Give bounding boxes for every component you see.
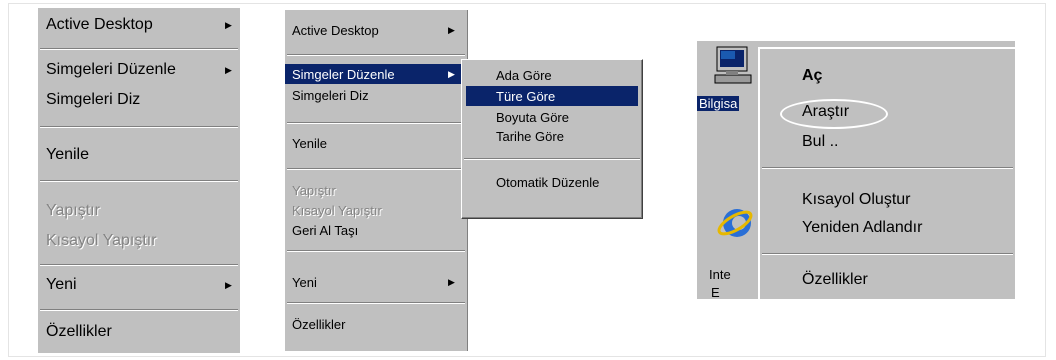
menu-separator [287, 122, 465, 124]
menu-item-rename[interactable]: Yeniden Adlandır [760, 215, 1015, 241]
menu-item-label: Simgeleri Diz [46, 91, 141, 108]
menu-item-line-up-icons[interactable]: Simgeleri Diz [285, 85, 467, 105]
menu-item-refresh[interactable]: Yenile [285, 133, 467, 153]
menu-item-properties[interactable]: Özellikler [285, 314, 467, 334]
menu-item-line-up-icons[interactable]: Simgeleri Diz [38, 87, 240, 113]
submenu-item-by-size[interactable]: Boyuta Göre [462, 107, 642, 127]
menu-item-label: Tarihe Göre [496, 128, 564, 144]
menu-item-find[interactable]: Bul .. [760, 129, 1015, 155]
desktop-icon-context-panel: Bilgisa Inte E Aç Araştır Bul .. Kısayol… [697, 41, 1015, 299]
menu-item-label: Özellikler [292, 316, 346, 332]
menu-item-paste-shortcut: Kısayol Yapıştır [38, 228, 240, 254]
menu-item-paste: Yapıştır [38, 198, 240, 224]
menu-item-label: Yeni [46, 276, 77, 293]
submenu-arrow-icon: ▶ [448, 68, 455, 79]
internet-explorer-label-2: E [711, 285, 720, 299]
menu-separator [762, 253, 1013, 255]
submenu-arrow-icon: ▶ [448, 276, 455, 287]
menu-item-active-desktop[interactable]: Active Desktop ▶ [285, 20, 467, 40]
submenu-item-auto-arrange[interactable]: Otomatik Düzenle [462, 172, 642, 192]
menu-item-label: Türe Göre [496, 88, 556, 104]
menu-item-label: Simgeleri Düzenle [46, 61, 176, 78]
menu-item-arrange-icons[interactable]: Simgeleri Düzenle ▶ [38, 57, 240, 83]
menu-item-open[interactable]: Aç [760, 63, 1015, 89]
icon-context-menu: Aç Araştır Bul .. Kısayol Oluştur Yenide… [758, 47, 1015, 299]
menu-separator [40, 264, 238, 266]
menu-item-label: Simgeler Düzenle [292, 66, 395, 82]
menu-item-paste: Yapıştır [285, 180, 467, 200]
menu-item-label: Bul .. [802, 133, 839, 150]
menu-separator [287, 168, 465, 170]
menu-separator [464, 158, 640, 160]
menu-item-label: Otomatik Düzenle [496, 174, 600, 190]
menu-separator [40, 48, 238, 50]
menu-item-label: Özellikler [46, 323, 112, 340]
menu-separator [762, 167, 1013, 169]
menu-item-label: Yapıştır [292, 182, 336, 198]
menu-item-label: Kısayol Yapıştır [46, 232, 157, 249]
menu-separator [40, 180, 238, 182]
submenu-arrow-icon: ▶ [225, 279, 232, 290]
menu-item-label: Aç [802, 67, 823, 84]
menu-item-label: Özellikler [802, 271, 868, 288]
menu-item-paste-shortcut: Kısayol Yapıştır [285, 200, 467, 220]
internet-explorer-label: Inte [709, 267, 731, 282]
menu-item-create-shortcut[interactable]: Kısayol Oluştur [760, 187, 1015, 213]
menu-item-arrange-icons[interactable]: Simgeler Düzenle ▶ [285, 64, 467, 84]
menu-item-label: Kısayol Yapıştır [292, 202, 382, 218]
menu-item-label: Yenile [292, 135, 327, 151]
submenu-arrow-icon: ▶ [448, 24, 455, 35]
menu-separator [287, 302, 465, 304]
menu-item-refresh[interactable]: Yenile [38, 142, 240, 168]
menu-separator [287, 54, 465, 56]
menu-item-new[interactable]: Yeni ▶ [285, 272, 467, 292]
menu-item-label: Active Desktop [292, 22, 379, 38]
my-computer-icon[interactable] [711, 45, 755, 87]
menu-item-active-desktop[interactable]: Active Desktop ▶ [38, 12, 240, 38]
desktop-context-menu: Active Desktop ▶ Simgeleri Düzenle ▶ Sim… [38, 8, 240, 353]
submenu-item-by-type[interactable]: Türe Göre [466, 86, 638, 106]
highlight-ellipse [780, 99, 888, 129]
menu-item-label: Boyuta Göre [496, 109, 569, 125]
menu-item-label: Geri Al Taşı [292, 222, 359, 238]
menu-item-label: Ada Göre [496, 67, 552, 83]
menu-item-properties[interactable]: Özellikler [760, 267, 1015, 293]
menu-item-label: Yenile [46, 146, 90, 163]
menu-item-new[interactable]: Yeni ▶ [38, 272, 240, 298]
submenu-arrow-icon: ▶ [225, 64, 232, 75]
internet-explorer-icon[interactable] [715, 199, 755, 245]
menu-item-label: Yapıştır [46, 202, 100, 219]
submenu-arrow-icon: ▶ [225, 19, 232, 30]
submenu-item-by-date[interactable]: Tarihe Göre [462, 126, 642, 146]
arrange-icons-submenu: Ada Göre Türe Göre Boyuta Göre Tarihe Gö… [461, 59, 643, 219]
menu-separator [40, 309, 238, 311]
menu-item-label: Yeni [292, 274, 317, 290]
menu-separator [287, 250, 465, 252]
menu-item-undo-move[interactable]: Geri Al Taşı [285, 220, 467, 240]
menu-item-label: Active Desktop [46, 16, 153, 33]
menu-item-label: Yeniden Adlandır [802, 219, 923, 236]
my-computer-label[interactable]: Bilgisa [697, 96, 740, 111]
menu-item-label: Simgeleri Diz [292, 87, 369, 103]
menu-item-properties[interactable]: Özellikler [38, 319, 240, 345]
submenu-item-by-name[interactable]: Ada Göre [462, 65, 642, 85]
menu-separator [40, 126, 238, 128]
desktop-context-menu-expanded: Active Desktop ▶ Simgeler Düzenle ▶ Simg… [285, 10, 468, 351]
menu-item-label: Kısayol Oluştur [802, 191, 911, 208]
